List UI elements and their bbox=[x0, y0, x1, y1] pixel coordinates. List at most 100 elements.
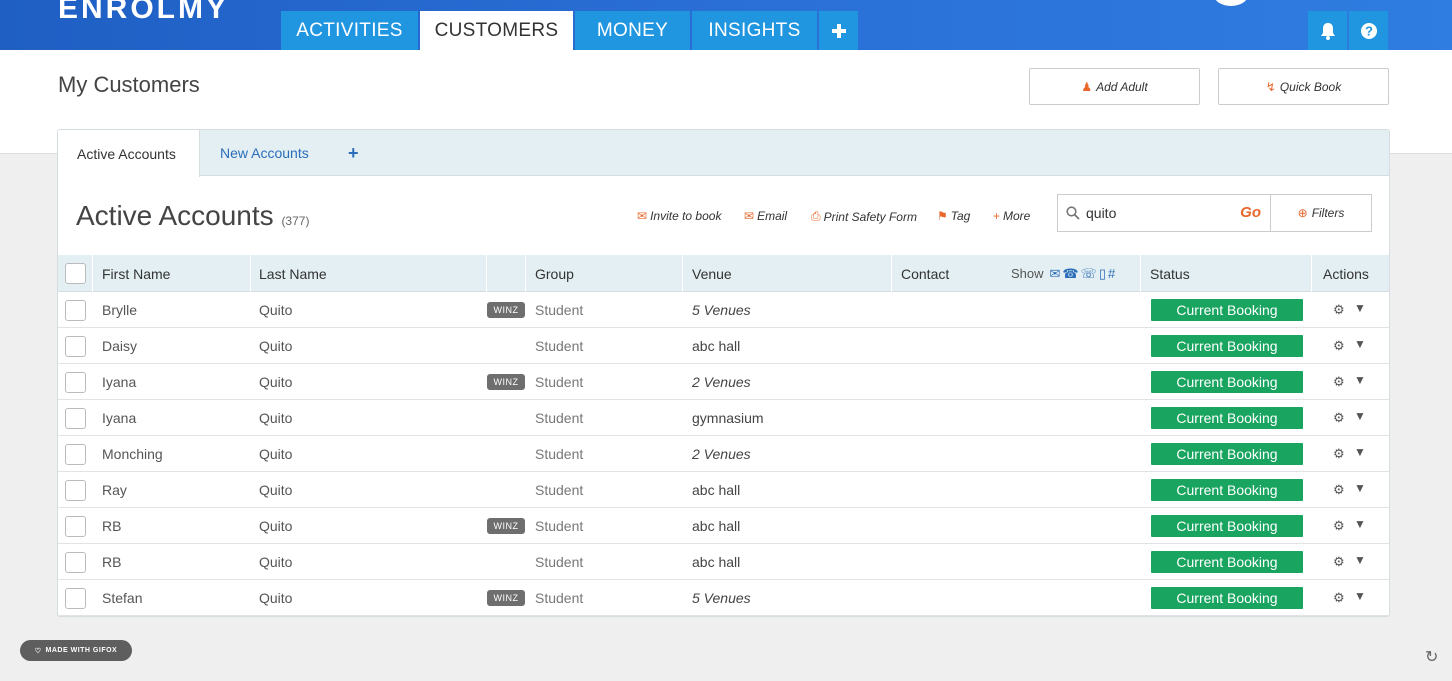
email-label: Email bbox=[757, 209, 788, 223]
column-header-group[interactable]: Group bbox=[535, 255, 574, 292]
status-badge[interactable]: Current Booking bbox=[1151, 407, 1303, 429]
chevron-down-icon[interactable]: ▼ bbox=[1354, 553, 1366, 567]
add-adult-button[interactable]: ♟ Add Adult bbox=[1029, 68, 1200, 105]
status-badge[interactable]: Current Booking bbox=[1151, 371, 1303, 393]
status-badge[interactable]: Current Booking bbox=[1151, 587, 1303, 609]
select-all-checkbox[interactable] bbox=[65, 263, 86, 284]
last-name-cell[interactable]: Quito bbox=[259, 292, 292, 328]
column-header-contact[interactable]: Contact bbox=[901, 255, 949, 292]
gear-icon[interactable]: ⚙ bbox=[1333, 554, 1345, 570]
gear-icon[interactable]: ⚙ bbox=[1333, 302, 1345, 318]
tab-active-accounts[interactable]: Active Accounts bbox=[58, 130, 200, 177]
table-row[interactable]: RB Quito WINZ Student abc hall Current Bookin… bbox=[58, 508, 1389, 544]
print-safety-form-button[interactable]: ⎙ Print Safety Form bbox=[811, 209, 917, 224]
chevron-down-icon[interactable]: ▼ bbox=[1354, 409, 1366, 423]
venue-cell[interactable]: 5 Venues bbox=[692, 292, 751, 328]
first-name-cell[interactable]: Brylle bbox=[102, 292, 137, 328]
nav-tab-customers[interactable]: CUSTOMERS bbox=[420, 11, 573, 50]
email-button[interactable]: ✉ Email bbox=[744, 209, 787, 223]
search-input[interactable] bbox=[1086, 205, 1236, 221]
first-name-cell[interactable]: Iyana bbox=[102, 364, 136, 400]
column-header-last-name[interactable]: Last Name bbox=[259, 255, 327, 292]
first-name-cell[interactable]: RB bbox=[102, 544, 121, 580]
gear-icon[interactable]: ⚙ bbox=[1333, 338, 1345, 354]
gear-icon[interactable]: ⚙ bbox=[1333, 410, 1345, 426]
status-badge[interactable]: Current Booking bbox=[1151, 479, 1303, 501]
first-name-cell[interactable]: Monching bbox=[102, 436, 163, 472]
row-checkbox[interactable] bbox=[65, 407, 86, 429]
chevron-down-icon[interactable]: ▼ bbox=[1354, 481, 1366, 495]
last-name-cell[interactable]: Quito bbox=[259, 544, 292, 580]
table-row[interactable]: Iyana Quito Student gymnasium Current Bookin… bbox=[58, 400, 1389, 436]
table-row[interactable]: Stefan Quito WINZ Student 5 Venues Current Bo… bbox=[58, 580, 1389, 616]
tab-new-accounts[interactable]: New Accounts bbox=[220, 130, 309, 176]
first-name-cell[interactable]: RB bbox=[102, 508, 121, 544]
add-tab-button[interactable]: + bbox=[348, 130, 359, 176]
nav-tab-money[interactable]: MONEY bbox=[575, 11, 690, 50]
nav-tab-activities[interactable]: ACTIVITIES bbox=[281, 11, 418, 50]
user-avatar[interactable] bbox=[1214, 0, 1248, 6]
last-name-cell[interactable]: Quito bbox=[259, 364, 292, 400]
table-row[interactable]: Brylle Quito WINZ Student 5 Venues Current Bo… bbox=[58, 292, 1389, 328]
notifications-button[interactable] bbox=[1308, 11, 1347, 50]
last-name-cell[interactable]: Quito bbox=[259, 580, 292, 616]
status-badge[interactable]: Current Booking bbox=[1151, 551, 1303, 573]
column-header-status[interactable]: Status bbox=[1150, 255, 1190, 292]
first-name-cell[interactable]: Stefan bbox=[102, 580, 142, 616]
tag-button[interactable]: ⚑ Tag bbox=[937, 209, 970, 223]
column-header-first-name[interactable]: First Name bbox=[102, 255, 170, 292]
row-checkbox[interactable] bbox=[65, 479, 86, 501]
chevron-down-icon[interactable]: ▼ bbox=[1354, 301, 1366, 315]
gear-icon[interactable]: ⚙ bbox=[1333, 374, 1345, 390]
gear-icon[interactable]: ⚙ bbox=[1333, 482, 1345, 498]
gear-icon[interactable]: ⚙ bbox=[1333, 518, 1345, 534]
chevron-down-icon[interactable]: ▼ bbox=[1354, 517, 1366, 531]
chevron-down-icon[interactable]: ▼ bbox=[1354, 589, 1366, 603]
help-button[interactable]: ? bbox=[1349, 11, 1388, 50]
status-badge[interactable]: Current Booking bbox=[1151, 515, 1303, 537]
invite-to-book-button[interactable]: ✉ Invite to book bbox=[637, 209, 721, 223]
first-name-cell[interactable]: Ray bbox=[102, 472, 127, 508]
column-header-venue[interactable]: Venue bbox=[692, 255, 732, 292]
gear-icon[interactable]: ⚙ bbox=[1333, 446, 1345, 462]
row-checkbox[interactable] bbox=[65, 335, 86, 357]
quick-book-button[interactable]: ↯ Quick Book bbox=[1218, 68, 1389, 105]
last-name-cell[interactable]: Quito bbox=[259, 508, 292, 544]
first-name-cell[interactable]: Iyana bbox=[102, 400, 136, 436]
venue-cell[interactable]: 5 Venues bbox=[692, 580, 751, 616]
table-row[interactable]: RB Quito Student abc hall Current Booking ⚙ ▼ bbox=[58, 544, 1389, 580]
row-checkbox[interactable] bbox=[65, 515, 86, 537]
filters-button[interactable]: ⊕ Filters bbox=[1270, 194, 1372, 232]
nav-tab-insights[interactable]: INSIGHTS bbox=[692, 11, 817, 50]
group-cell: Student bbox=[535, 446, 584, 462]
chevron-down-icon[interactable]: ▼ bbox=[1354, 445, 1366, 459]
more-button[interactable]: + More bbox=[993, 209, 1030, 223]
first-name-cell[interactable]: Daisy bbox=[102, 328, 137, 364]
row-checkbox[interactable] bbox=[65, 551, 86, 573]
chevron-down-icon[interactable]: ▼ bbox=[1354, 373, 1366, 387]
last-name-cell[interactable]: Quito bbox=[259, 472, 292, 508]
table-row[interactable]: Iyana Quito WINZ Student 2 Venues Current Boo… bbox=[58, 364, 1389, 400]
table-row[interactable]: Monching Quito Student 2 Venues Current Book… bbox=[58, 436, 1389, 472]
last-name-cell[interactable]: Quito bbox=[259, 436, 292, 472]
refresh-icon[interactable]: ↻ bbox=[1425, 647, 1438, 667]
status-badge[interactable]: Current Booking bbox=[1151, 443, 1303, 465]
venue-cell[interactable]: 2 Venues bbox=[692, 364, 751, 400]
last-name-cell[interactable]: Quito bbox=[259, 328, 292, 364]
status-badge[interactable]: Current Booking bbox=[1151, 335, 1303, 357]
table-row[interactable]: Ray Quito Student abc hall Current Booking ⚙ ▼ bbox=[58, 472, 1389, 508]
brand-logo[interactable]: ENROLMY bbox=[58, 0, 229, 26]
chevron-down-icon[interactable]: ▼ bbox=[1354, 337, 1366, 351]
row-checkbox[interactable] bbox=[65, 299, 86, 321]
status-badge[interactable]: Current Booking bbox=[1151, 299, 1303, 321]
last-name-cell[interactable]: Quito bbox=[259, 400, 292, 436]
row-checkbox[interactable] bbox=[65, 587, 86, 609]
search-go-button[interactable]: Go bbox=[1240, 204, 1261, 221]
contact-show-toggle[interactable]: Show ✉☎☏▯# bbox=[1011, 255, 1117, 292]
table-row[interactable]: Daisy Quito Student abc hall Current Booking… bbox=[58, 328, 1389, 364]
row-checkbox[interactable] bbox=[65, 371, 86, 393]
gear-icon[interactable]: ⚙ bbox=[1333, 590, 1345, 606]
venue-cell[interactable]: 2 Venues bbox=[692, 436, 751, 472]
nav-add-button[interactable] bbox=[819, 11, 858, 50]
row-checkbox[interactable] bbox=[65, 443, 86, 465]
